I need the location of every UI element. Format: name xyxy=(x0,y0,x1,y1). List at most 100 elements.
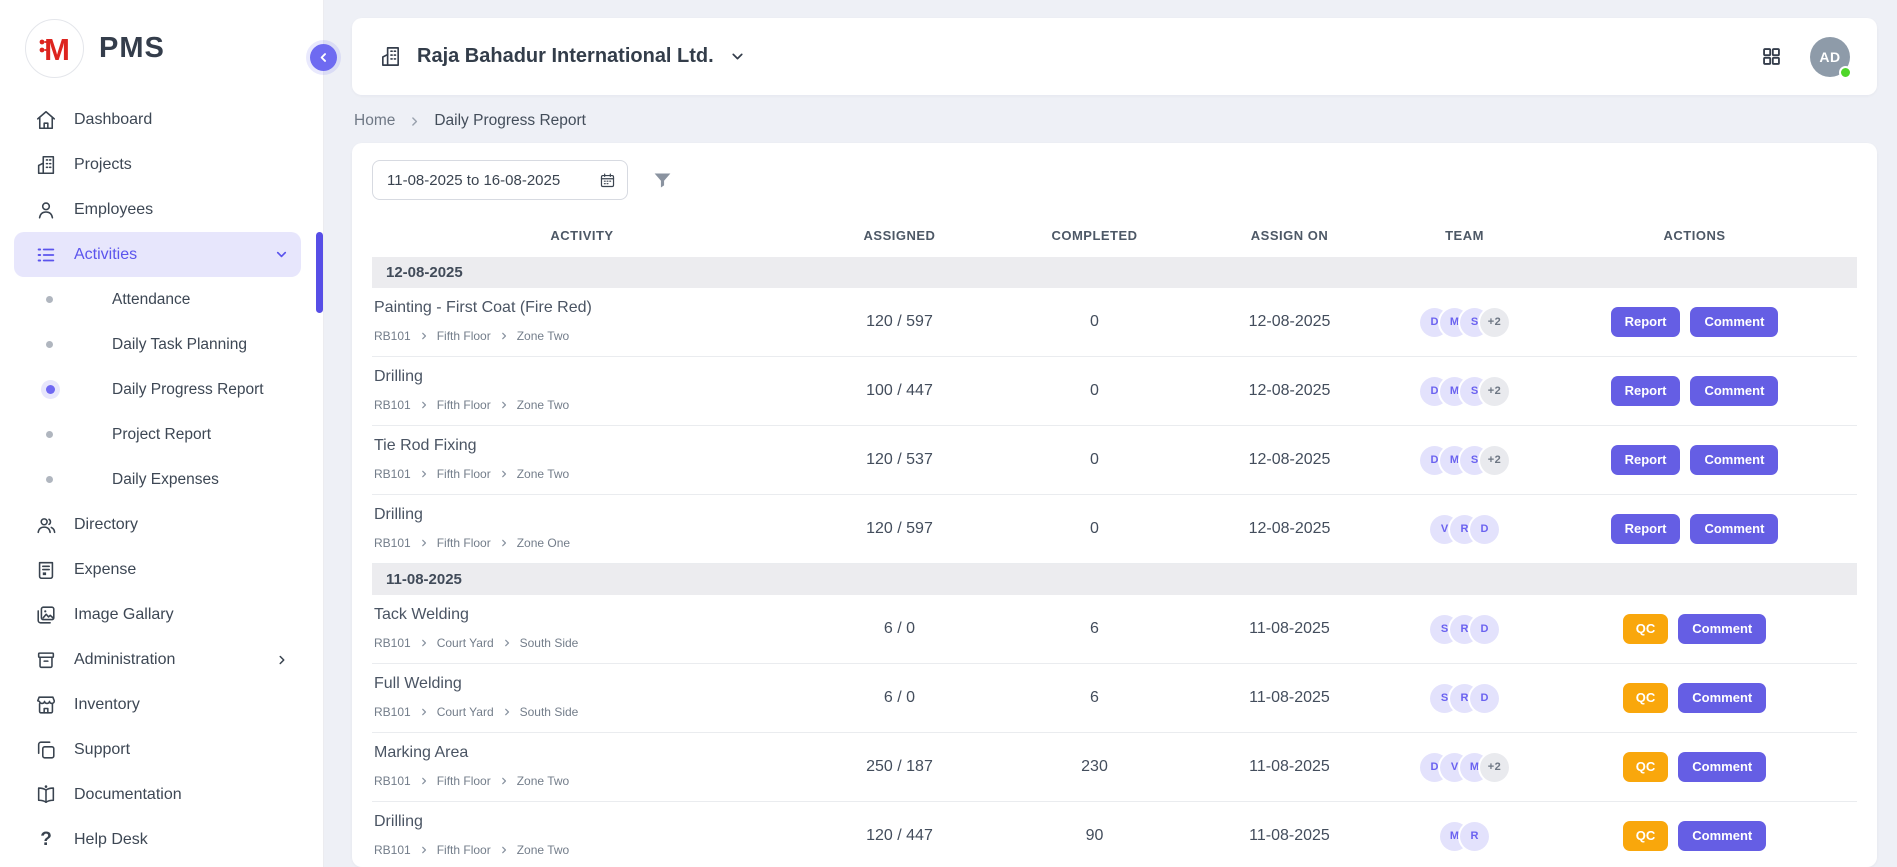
team-cell: SRD xyxy=(1397,615,1532,644)
assign-on-date: 11-08-2025 xyxy=(1182,620,1397,638)
sidebar-item-projects[interactable]: Projects xyxy=(14,142,301,187)
comment-button[interactable]: Comment xyxy=(1678,752,1766,782)
sidebar-item-administration[interactable]: Administration xyxy=(14,637,301,682)
comment-button[interactable]: Comment xyxy=(1678,821,1766,851)
report-button[interactable]: Report xyxy=(1611,376,1681,406)
team-extra-count: +2 xyxy=(1480,446,1509,475)
sidebar-item-help-desk[interactable]: ?Help Desk xyxy=(14,817,301,862)
team-extra-count: +2 xyxy=(1480,308,1509,337)
sidebar-item-support[interactable]: Support xyxy=(14,727,301,772)
comment-button[interactable]: Comment xyxy=(1678,614,1766,644)
assign-on-date: 11-08-2025 xyxy=(1182,689,1397,707)
sidebar-item-label: Image Gallary xyxy=(74,606,174,624)
sidebar-item-expense[interactable]: Expense xyxy=(14,547,301,592)
sidebar-item-inventory[interactable]: Inventory xyxy=(14,682,301,727)
chevron-right-icon xyxy=(419,538,429,548)
completed-value: 90 xyxy=(1007,827,1182,845)
sidebar-item-label: Directory xyxy=(74,516,138,534)
table-header-row: ACTIVITYASSIGNEDCOMPLETEDASSIGN ONTEAMAC… xyxy=(372,213,1857,257)
sidebar-nav: Dashboard Projects Employees Activities Atte… xyxy=(0,97,323,862)
team-cell: VRD xyxy=(1397,515,1532,544)
chevron-right-icon xyxy=(499,845,509,855)
sidebar-subitem-attendance[interactable]: Attendance xyxy=(0,277,323,322)
sidebar-item-documentation[interactable]: Documentation xyxy=(14,772,301,817)
location-segment: Zone Two xyxy=(517,774,569,788)
company-selector[interactable]: Raja Bahadur International Ltd. xyxy=(379,45,746,68)
activity-location-path: RB101Fifth FloorZone Two xyxy=(374,329,782,343)
chevron-right-icon xyxy=(499,538,509,548)
copy-icon xyxy=(34,739,58,761)
date-range-input[interactable]: 11-08-2025 to 16-08-2025 xyxy=(372,160,628,200)
home-icon xyxy=(34,109,58,131)
assigned-value: 6 / 0 xyxy=(792,620,1007,638)
activity-cell: Tack Welding RB101Court YardSouth Side xyxy=(372,595,792,663)
user-avatar[interactable]: AD xyxy=(1810,37,1850,77)
team-avatar: R xyxy=(1460,822,1489,851)
date-group-header: 12-08-2025 xyxy=(372,257,1857,288)
table-body: 12-08-2025 Painting - First Coat (Fire R… xyxy=(372,257,1857,867)
comment-button[interactable]: Comment xyxy=(1690,514,1778,544)
column-header-team: TEAM xyxy=(1397,228,1532,243)
comment-button[interactable]: Comment xyxy=(1690,376,1778,406)
sidebar-subitem-daily-progress-report[interactable]: Daily Progress Report xyxy=(0,367,323,412)
calendar-icon xyxy=(599,172,616,189)
actions-cell: QC Comment xyxy=(1532,614,1857,644)
location-segment: Court Yard xyxy=(437,636,494,650)
activity-cell: Tie Rod Fixing RB101Fifth FloorZone Two xyxy=(372,426,792,494)
completed-value: 6 xyxy=(1007,620,1182,638)
sidebar-item-label: Dashboard xyxy=(74,111,152,129)
top-header-bar: Raja Bahadur International Ltd. AD xyxy=(352,18,1877,95)
sidebar-item-employees[interactable]: Employees xyxy=(14,187,301,232)
filter-button[interactable] xyxy=(652,170,673,191)
activity-cell: Painting - First Coat (Fire Red) RB101Fi… xyxy=(372,288,792,356)
grid-icon xyxy=(1761,46,1782,67)
activity-cell: Drilling RB101Fifth FloorZone One xyxy=(372,495,792,563)
assigned-value: 120 / 447 xyxy=(792,827,1007,845)
sidebar-item-image-gallary[interactable]: Image Gallary xyxy=(14,592,301,637)
completed-value: 0 xyxy=(1007,313,1182,331)
location-segment: RB101 xyxy=(374,705,411,719)
comment-button[interactable]: Comment xyxy=(1690,445,1778,475)
assigned-value: 250 / 187 xyxy=(792,758,1007,776)
app-name: PMS xyxy=(99,32,165,65)
sidebar-subitem-label: Attendance xyxy=(112,291,190,309)
sidebar-item-label: Employees xyxy=(74,201,153,219)
apps-grid-button[interactable] xyxy=(1761,46,1782,67)
qc-button[interactable]: QC xyxy=(1623,821,1669,851)
sidebar-subitem-daily-expenses[interactable]: Daily Expenses xyxy=(0,457,323,502)
qc-button[interactable]: QC xyxy=(1623,614,1669,644)
sidebar-subitem-label: Daily Task Planning xyxy=(112,336,247,354)
activity-title: Tie Rod Fixing xyxy=(374,437,782,455)
report-button[interactable]: Report xyxy=(1611,445,1681,475)
qc-button[interactable]: QC xyxy=(1623,752,1669,782)
logo-m-icon: M xyxy=(25,19,84,78)
bullet-dot-icon xyxy=(46,431,53,438)
report-button[interactable]: Report xyxy=(1611,307,1681,337)
breadcrumb-current: Daily Progress Report xyxy=(434,112,586,130)
location-segment: RB101 xyxy=(374,398,411,412)
table-row: Drilling RB101Fifth FloorZone One 120 / … xyxy=(372,495,1857,564)
completed-value: 6 xyxy=(1007,689,1182,707)
comment-button[interactable]: Comment xyxy=(1678,683,1766,713)
breadcrumb-home[interactable]: Home xyxy=(354,112,395,130)
chevron-right-icon xyxy=(275,653,289,667)
assigned-value: 100 / 447 xyxy=(792,382,1007,400)
sidebar-item-activities[interactable]: Activities xyxy=(14,232,301,277)
sidebar-item-dashboard[interactable]: Dashboard xyxy=(14,97,301,142)
sidebar-item-label: Help Desk xyxy=(74,831,148,849)
sidebar-collapse-button[interactable] xyxy=(310,44,337,71)
activity-location-path: RB101Fifth FloorZone Two xyxy=(374,774,782,788)
report-button[interactable]: Report xyxy=(1611,514,1681,544)
sidebar-subitem-label: Daily Progress Report xyxy=(112,381,264,399)
location-segment: RB101 xyxy=(374,467,411,481)
sidebar-subitem-daily-task-planning[interactable]: Daily Task Planning xyxy=(0,322,323,367)
activity-cell: Drilling RB101Fifth FloorZone Two xyxy=(372,802,792,867)
sidebar-subitem-project-report[interactable]: Project Report xyxy=(0,412,323,457)
comment-button[interactable]: Comment xyxy=(1690,307,1778,337)
sidebar-item-directory[interactable]: Directory xyxy=(14,502,301,547)
sidebar-item-label: Inventory xyxy=(74,696,140,714)
sidebar-item-label: Projects xyxy=(74,156,132,174)
sidebar: M PMS Dashboard Projects Employees Activiti… xyxy=(0,0,324,867)
bullet-dot-icon xyxy=(46,341,53,348)
qc-button[interactable]: QC xyxy=(1623,683,1669,713)
